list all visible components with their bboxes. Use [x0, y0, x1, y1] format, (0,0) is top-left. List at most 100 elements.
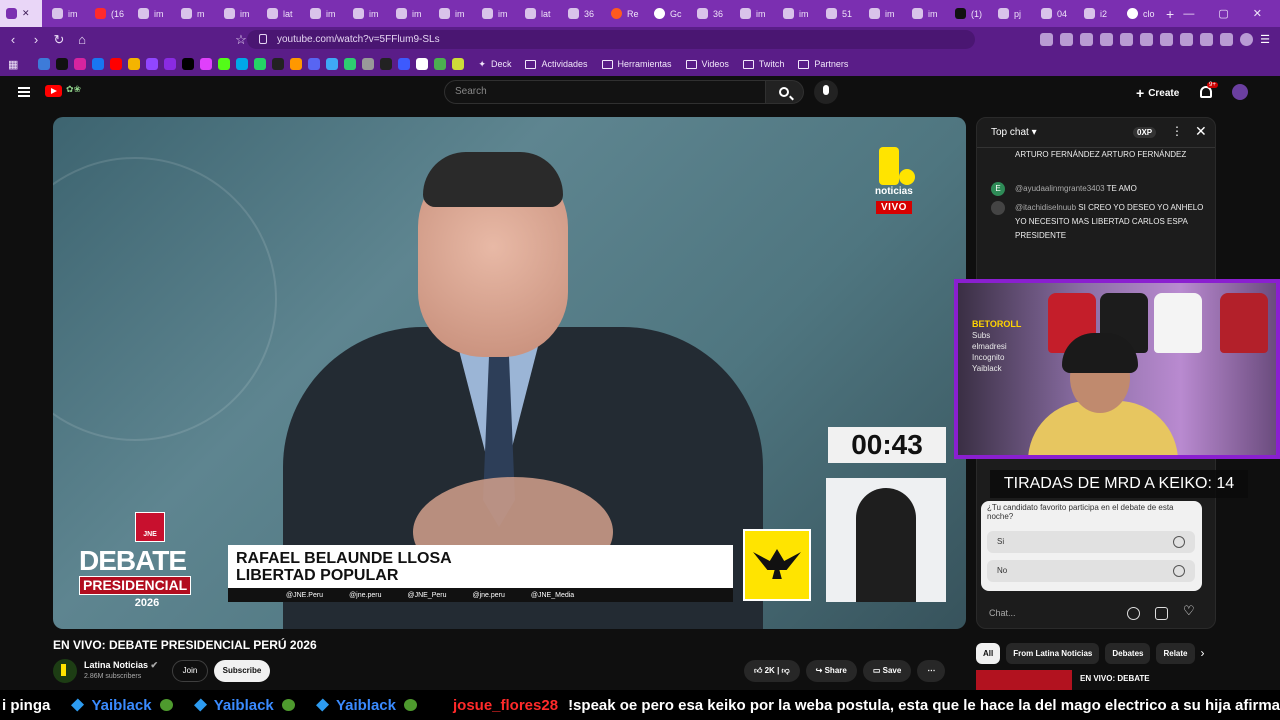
profile-icon[interactable] [1240, 33, 1254, 46]
share-button[interactable]: ↪ Share [805, 660, 857, 682]
bookmark-icon[interactable] [434, 58, 447, 70]
discord-icon[interactable] [308, 58, 321, 70]
new-tab-icon[interactable]: + [1166, 6, 1174, 22]
extension-icon[interactable] [1120, 33, 1134, 46]
browser-tab[interactable]: i2 [1074, 0, 1117, 27]
browser-tab[interactable]: im [128, 0, 171, 27]
home-icon[interactable]: ⌂ [72, 32, 92, 47]
browser-tab[interactable]: pj [988, 0, 1031, 27]
browser-tab[interactable]: (16 [85, 0, 128, 27]
browser-tab[interactable]: im [773, 0, 816, 27]
extension-icon[interactable] [1100, 33, 1114, 46]
close-icon[interactable]: ✕ [1253, 7, 1262, 20]
extension-icon[interactable] [1080, 33, 1094, 46]
emoji-icon[interactable] [1127, 607, 1140, 620]
browser-tab[interactable]: im [386, 0, 429, 27]
browser-tab[interactable]: (1) [945, 0, 988, 27]
bookmark-icon[interactable] [344, 58, 357, 70]
bookmark-icon[interactable] [128, 58, 141, 70]
bookmark-icon[interactable] [452, 58, 465, 70]
bookmark-icon[interactable] [254, 58, 267, 70]
reload-icon[interactable]: ↻ [49, 32, 69, 48]
browser-tab[interactable]: ✕ [0, 0, 42, 27]
kick-icon[interactable] [218, 58, 231, 70]
bookmark-icon[interactable] [272, 58, 285, 70]
twitch-icon[interactable] [146, 58, 159, 70]
extension-icon[interactable] [1220, 33, 1234, 46]
bookmark-icon[interactable] [236, 58, 249, 70]
menu-icon[interactable]: ☰ [1260, 33, 1270, 46]
chip-all[interactable]: All [976, 643, 1001, 664]
bookmark-icon[interactable] [38, 58, 51, 70]
chat-mode-dropdown[interactable]: Top chat ▾ [991, 127, 1037, 138]
bookmark-folder-herramientas[interactable]: Herramientas [601, 59, 672, 69]
browser-tab[interactable]: lat [515, 0, 558, 27]
bookmark-folder-twitch[interactable]: Twitch [742, 59, 784, 69]
browser-tab[interactable]: lat [257, 0, 300, 27]
bookmark-icon[interactable] [326, 58, 339, 70]
extension-icon[interactable] [1180, 33, 1194, 46]
extension-icon[interactable] [1040, 33, 1054, 46]
browser-tab[interactable]: 04 [1031, 0, 1074, 27]
thumbs-down-icon[interactable]: 👎︎ [782, 666, 790, 675]
browser-tab[interactable]: im [214, 0, 257, 27]
chip-debates[interactable]: Debates [1105, 643, 1151, 664]
browser-tab[interactable]: m [171, 0, 214, 27]
bookmark-icon[interactable] [380, 58, 393, 70]
heart-icon[interactable]: ♡ [1183, 603, 1195, 619]
extension-icon[interactable] [1200, 33, 1214, 46]
bookmark-deck[interactable]: ✦ Deck [478, 59, 511, 70]
chip-from-channel[interactable]: From Latina Noticias [1006, 643, 1100, 664]
create-button[interactable]: + Create [1136, 85, 1179, 101]
browser-tab[interactable]: im [42, 0, 85, 27]
browser-tab[interactable]: im [859, 0, 902, 27]
search-button[interactable] [766, 80, 804, 104]
bookmark-icon[interactable] [200, 58, 213, 70]
poll-option[interactable]: Si [987, 531, 1195, 553]
more-actions-icon[interactable]: ⋯ [917, 660, 946, 682]
like-button[interactable]: 👍︎ 2K | 👎︎ [744, 660, 800, 682]
bookmark-icon[interactable] [398, 58, 411, 70]
close-chat-icon[interactable]: ✕ [1195, 123, 1207, 140]
hamburger-menu-icon[interactable] [18, 87, 30, 97]
join-button[interactable]: Join [172, 660, 208, 682]
apps-icon[interactable]: ▦ [8, 58, 18, 71]
bookmark-folder-partners[interactable]: Partners [798, 59, 848, 69]
browser-tab[interactable]: 36 [558, 0, 601, 27]
maximize-icon[interactable]: ▢ [1218, 7, 1228, 20]
browser-tab[interactable]: im [300, 0, 343, 27]
chevron-right-icon[interactable]: › [1201, 643, 1205, 664]
bookmark-icon[interactable] [416, 58, 429, 70]
browser-tab[interactable]: im [902, 0, 945, 27]
forward-icon[interactable]: › [26, 32, 46, 47]
browser-tab[interactable]: 36 [687, 0, 730, 27]
browser-tab[interactable]: 51 [816, 0, 859, 27]
browser-tab[interactable]: Gc [644, 0, 687, 27]
bookmark-folder-actividades[interactable]: Actividades [525, 59, 588, 69]
bookmark-icon[interactable] [164, 58, 177, 70]
chat-input[interactable]: Chat... [989, 603, 1129, 623]
x-icon[interactable] [182, 58, 195, 70]
video-player[interactable]: noticias VIVO 00:43 JNE DEBATE PRESIDENC… [53, 117, 966, 629]
browser-tab[interactable]: im [730, 0, 773, 27]
youtube-logo[interactable] [45, 85, 62, 97]
browser-tab[interactable]: im [429, 0, 472, 27]
facebook-icon[interactable] [92, 58, 105, 70]
browser-tab[interactable]: clo [1117, 0, 1160, 27]
extension-icon[interactable] [1060, 33, 1074, 46]
back-icon[interactable]: ‹ [3, 32, 23, 47]
tiktok-icon[interactable] [56, 58, 69, 70]
subscribe-button[interactable]: Subscribe [214, 660, 270, 682]
url-field[interactable]: youtube.com/watch?v=5FFlum9-SLs [247, 30, 975, 49]
poll-option[interactable]: No [987, 560, 1195, 582]
channel-points-badge[interactable]: 0XP [1133, 127, 1157, 138]
channel-avatar[interactable] [53, 659, 77, 683]
browser-tab[interactable]: im [472, 0, 515, 27]
voice-search-icon[interactable] [814, 80, 838, 104]
minimize-icon[interactable]: — [1183, 8, 1194, 20]
bookmark-icon[interactable] [362, 58, 375, 70]
search-input[interactable]: Search [444, 80, 766, 104]
bookmark-folder-videos[interactable]: Videos [685, 59, 729, 69]
superchat-icon[interactable] [1155, 607, 1168, 620]
account-avatar[interactable] [1232, 84, 1248, 100]
